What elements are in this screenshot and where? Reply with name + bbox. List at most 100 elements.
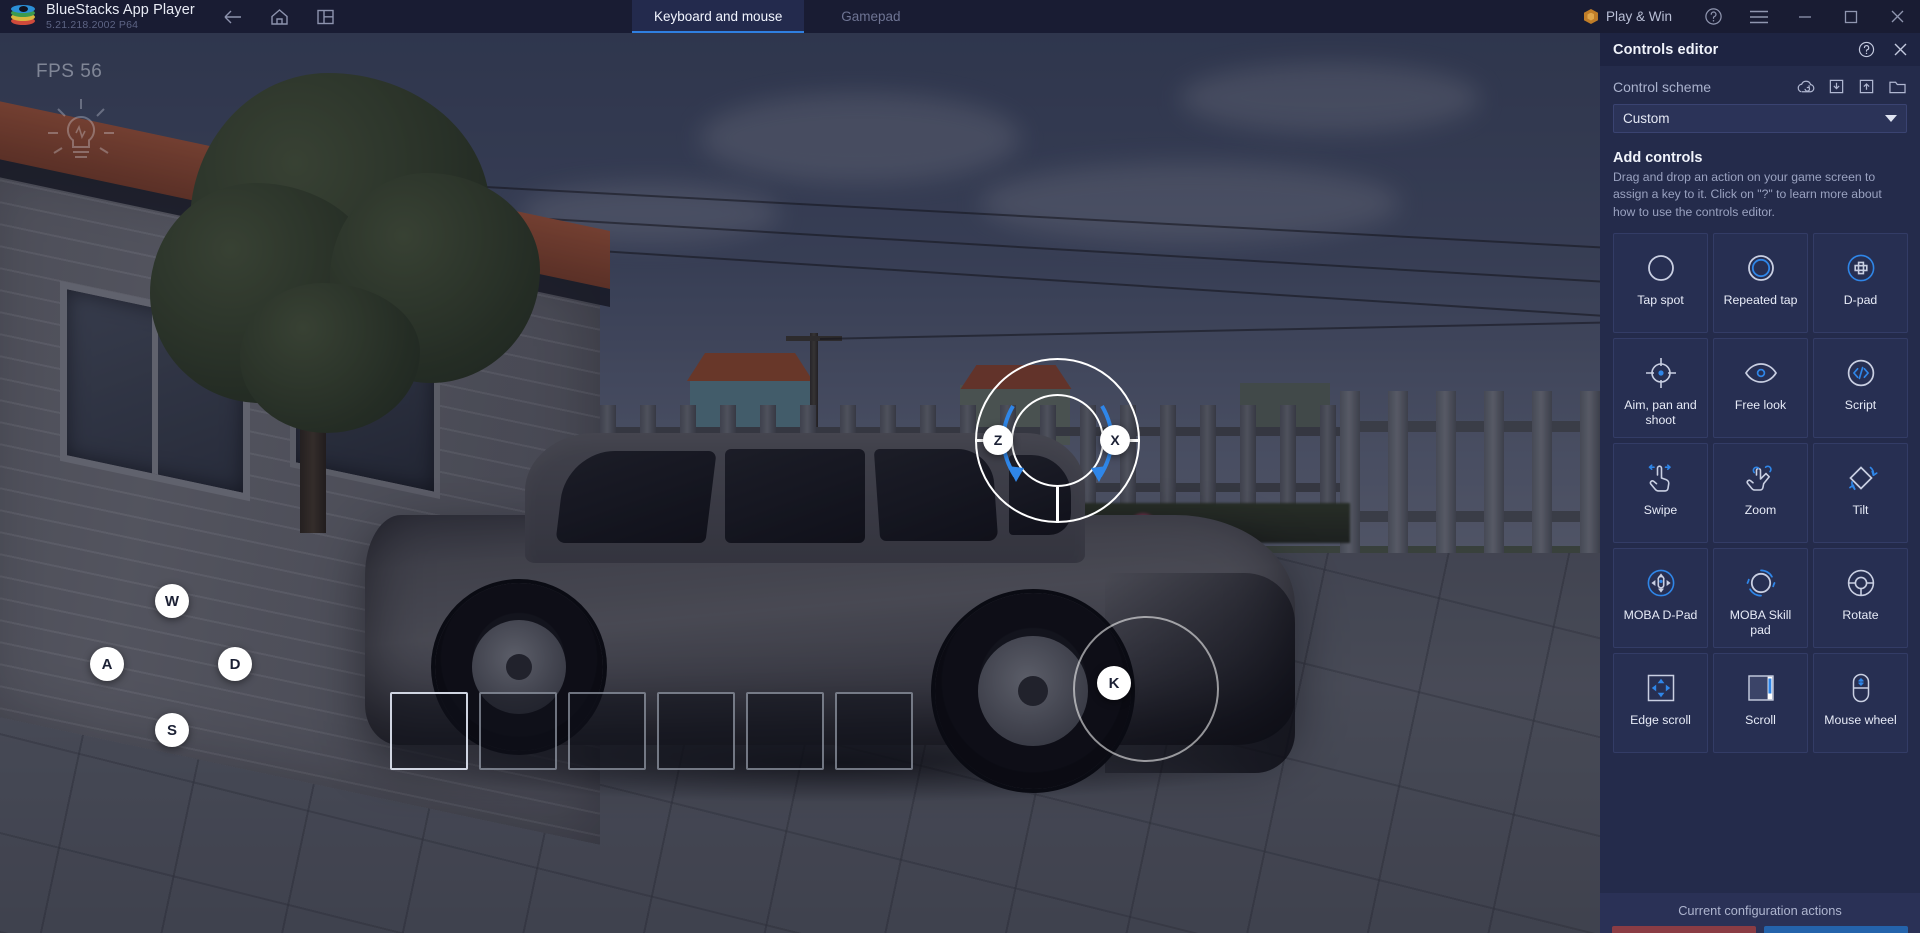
control-card-repeated-tap[interactable]: Repeated tap	[1713, 232, 1808, 333]
control-card-label: Edge scroll	[1630, 712, 1691, 727]
inventory-slot-bar	[390, 692, 913, 770]
menu-icon[interactable]	[1736, 0, 1782, 33]
reset-button[interactable]: Reset	[1612, 926, 1756, 933]
tap-spot-icon	[1644, 247, 1678, 289]
tab-gamepad-label: Gamepad	[841, 9, 901, 24]
tilt-icon	[1843, 457, 1879, 499]
cloud-restore-icon[interactable]	[1796, 79, 1815, 95]
free-look-overlay[interactable]	[1073, 616, 1219, 762]
add-controls-description: Drag and drop an action on your game scr…	[1613, 170, 1882, 219]
key-overlay-z[interactable]: Z	[983, 425, 1013, 455]
bluestacks-logo	[10, 4, 36, 30]
control-card-mouse-wheel[interactable]: Mouse wheel	[1813, 652, 1908, 753]
key-overlay-d-label: D	[229, 655, 241, 673]
control-card-label: Scroll	[1745, 712, 1776, 727]
nav-icon-group	[223, 8, 335, 26]
tab-gamepad[interactable]: Gamepad	[804, 0, 937, 33]
control-card-label: MOBA D-Pad	[1623, 607, 1698, 622]
control-scheme-selected-value: Custom	[1623, 111, 1670, 126]
minimize-icon[interactable]	[1782, 0, 1828, 33]
control-card-scroll[interactable]: Scroll	[1713, 652, 1808, 753]
inventory-slot[interactable]	[390, 692, 468, 770]
moba-skill-pad-icon	[1744, 562, 1778, 604]
zoom-icon	[1743, 457, 1779, 499]
maximize-icon[interactable]	[1828, 0, 1874, 33]
control-card-moba-skill-pad[interactable]: MOBA Skill pad	[1713, 547, 1808, 648]
save-button[interactable]: Save	[1764, 926, 1908, 933]
hexagon-coin-icon	[1583, 9, 1598, 24]
control-card-rotate[interactable]: Rotate	[1813, 547, 1908, 648]
import-scheme-icon[interactable]	[1828, 78, 1845, 95]
key-overlay-d[interactable]: D	[218, 647, 252, 681]
close-icon[interactable]	[1874, 0, 1920, 33]
control-card-label: Aim, pan and shoot	[1624, 397, 1697, 427]
key-overlay-w[interactable]: W	[155, 584, 189, 618]
home-icon[interactable]	[270, 8, 289, 26]
key-overlay-x[interactable]: X	[1100, 425, 1130, 455]
play-and-win-label: Play & Win	[1605, 9, 1672, 24]
control-card-label: Rotate	[1842, 607, 1879, 622]
inventory-slot[interactable]	[835, 692, 913, 770]
close-icon[interactable]	[1893, 42, 1908, 57]
inventory-slot[interactable]	[657, 692, 735, 770]
control-card-swipe[interactable]: Swipe	[1613, 442, 1708, 543]
inventory-slot[interactable]	[568, 692, 646, 770]
app-version: 5.21.218.2002 P64	[46, 18, 139, 31]
open-folder-icon[interactable]	[1888, 79, 1907, 95]
control-scheme-select[interactable]: Custom	[1613, 104, 1907, 133]
control-scheme-actions	[1796, 78, 1907, 95]
control-card-zoom[interactable]: Zoom	[1713, 442, 1808, 543]
control-card-tilt[interactable]: Tilt	[1813, 442, 1908, 543]
key-overlay-a[interactable]: A	[90, 647, 124, 681]
control-card-free-look[interactable]: Free look	[1713, 337, 1808, 438]
tab-keyboard-and-mouse-label: Keyboard and mouse	[654, 9, 783, 24]
control-card-aim-pan-and-shoot[interactable]: Aim, pan and shoot	[1613, 337, 1708, 438]
help-circle-icon[interactable]	[1858, 41, 1875, 58]
fps-counter: FPS 56	[36, 61, 103, 82]
key-overlay-x-label: X	[1110, 432, 1120, 448]
script-icon	[1844, 352, 1878, 394]
multi-instance-icon[interactable]	[316, 8, 335, 26]
key-overlay-k[interactable]: K	[1097, 666, 1131, 700]
key-overlay-w-label: W	[164, 592, 180, 610]
inventory-slot[interactable]	[746, 692, 824, 770]
help-icon[interactable]	[1690, 0, 1736, 33]
app-title: BlueStacks App Player	[46, 2, 195, 18]
add-controls-title: Add controls	[1613, 150, 1703, 166]
title-bar-right: Play & Win	[1566, 0, 1920, 33]
controls-editor-header: Controls editor	[1600, 33, 1920, 66]
configuration-actions-title: Current configuration actions	[1678, 903, 1842, 918]
key-overlay-k-label: K	[1108, 674, 1120, 692]
control-card-label: D-pad	[1843, 292, 1878, 307]
window-body: FPS 56 W A S D Z X K Controls editor Con…	[0, 33, 1920, 933]
control-card-moba-d-pad[interactable]: MOBA D-Pad	[1613, 547, 1708, 648]
control-card-label: Free look	[1734, 397, 1787, 412]
control-card-script[interactable]: Script	[1813, 337, 1908, 438]
control-scheme-row: Control scheme	[1600, 66, 1920, 95]
export-scheme-icon[interactable]	[1858, 78, 1875, 95]
scroll-icon	[1744, 667, 1778, 709]
controls-grid: Tap spot Repeated tap D-pad Aim, pan and…	[1613, 232, 1908, 753]
chevron-down-icon	[1885, 115, 1897, 122]
tab-keyboard-and-mouse[interactable]: Keyboard and mouse	[632, 0, 805, 33]
control-card-label: Tap spot	[1637, 292, 1684, 307]
inventory-slot[interactable]	[479, 692, 557, 770]
key-overlay-a-label: A	[101, 655, 113, 673]
mouse-wheel-icon	[1848, 667, 1874, 709]
controls-editor-panel: Controls editor Control scheme Custom Ad…	[1600, 33, 1920, 933]
moba-dpad-icon	[1644, 562, 1678, 604]
rotate-icon	[1844, 562, 1878, 604]
control-card-d-pad[interactable]: D-pad	[1813, 232, 1908, 333]
control-card-label: Zoom	[1744, 502, 1777, 517]
dpad-icon	[1844, 247, 1878, 289]
control-card-label: MOBA Skill pad	[1729, 607, 1792, 637]
key-overlay-s[interactable]: S	[155, 713, 189, 747]
control-card-tap-spot[interactable]: Tap spot	[1613, 232, 1708, 333]
game-viewport[interactable]: FPS 56 W A S D Z X K	[0, 33, 1600, 933]
free-look-icon	[1742, 352, 1780, 394]
control-card-edge-scroll[interactable]: Edge scroll	[1613, 652, 1708, 753]
back-arrow-icon[interactable]	[223, 8, 243, 26]
control-card-label: Script	[1844, 397, 1877, 412]
lightbulb-icon	[42, 91, 120, 181]
play-and-win-button[interactable]: Play & Win	[1566, 9, 1690, 24]
